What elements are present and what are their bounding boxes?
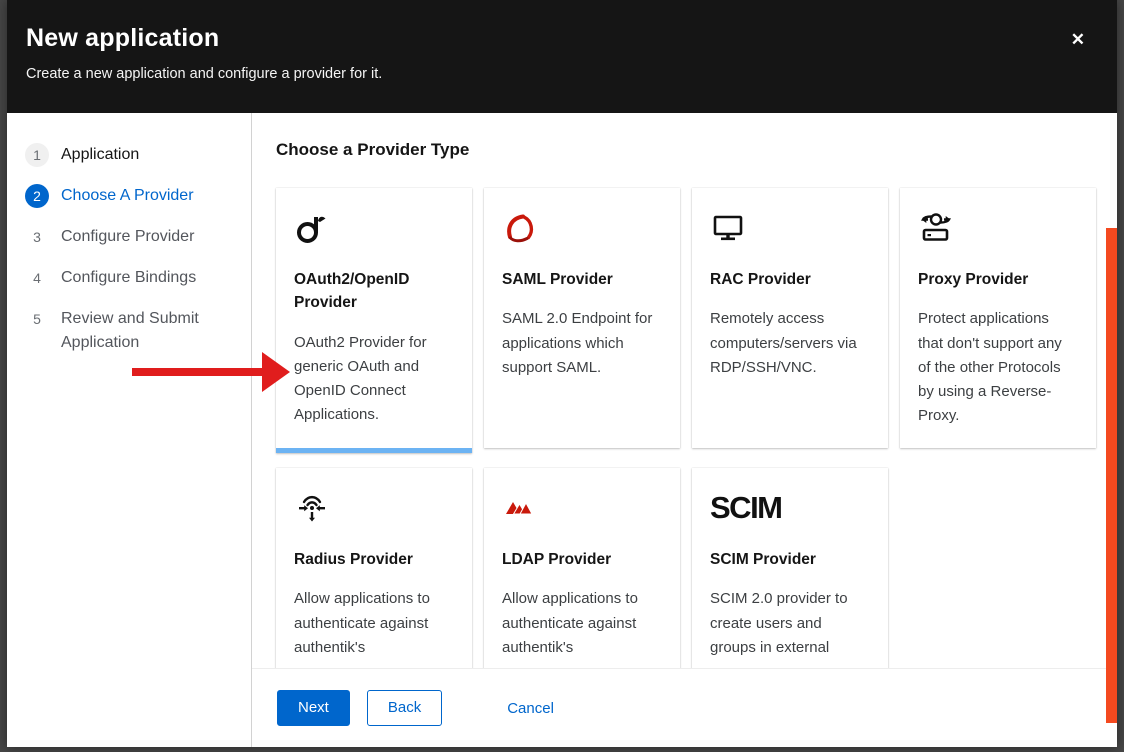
provider-card-radius[interactable]: Radius Provider Allow applications to au… xyxy=(276,468,472,668)
card-title: SCIM Provider xyxy=(710,548,870,571)
card-description: SCIM 2.0 provider to create users and gr… xyxy=(710,587,870,660)
card-title: Proxy Provider xyxy=(918,268,1078,291)
wizard-footer: Next Back Cancel xyxy=(252,668,1117,747)
step-label: Configure Bindings xyxy=(61,266,196,290)
cancel-button[interactable]: Cancel xyxy=(503,692,558,725)
card-title: RAC Provider xyxy=(710,268,870,291)
provider-card-grid: OAuth2/OpenID Provider OAuth2 Provider f… xyxy=(276,188,1093,668)
wizard-steps-nav: 1 Application 2 Choose A Provider 3 Conf… xyxy=(7,113,252,747)
wizard-step-application[interactable]: 1 Application xyxy=(25,143,241,167)
wizard-step-choose-a-provider[interactable]: 2 Choose A Provider xyxy=(25,184,241,208)
wizard-step-configure-provider[interactable]: 3 Configure Provider xyxy=(25,225,241,249)
scim-logo-icon: SCIM xyxy=(710,490,870,526)
monitor-icon xyxy=(710,210,870,246)
step-number-badge: 4 xyxy=(25,266,49,290)
provider-card-scim[interactable]: SCIM SCIM Provider SCIM 2.0 provider to … xyxy=(692,468,888,668)
scrollbar[interactable] xyxy=(1106,228,1117,723)
step-label: Review and Submit Application xyxy=(61,307,241,355)
provider-card-proxy[interactable]: Proxy Provider Protect applications that… xyxy=(900,188,1096,448)
card-description: Allow applications to authenticate again… xyxy=(502,587,662,660)
scim-logo-text: SCIM xyxy=(710,490,782,525)
step-number-badge: 2 xyxy=(25,184,49,208)
provider-card-saml[interactable]: SAML Provider SAML 2.0 Endpoint for appl… xyxy=(484,188,680,448)
card-description: Protect applications that don't support … xyxy=(918,307,1078,428)
new-application-wizard-modal: New application Create a new application… xyxy=(7,0,1117,747)
card-description: Allow applications to authenticate again… xyxy=(294,587,454,660)
ldap-mountains-logo-icon xyxy=(502,490,662,526)
wizard-step-review-and-submit[interactable]: 5 Review and Submit Application xyxy=(25,307,241,355)
wizard-step-configure-bindings[interactable]: 4 Configure Bindings xyxy=(25,266,241,290)
proxy-exchange-icon xyxy=(918,210,1078,246)
step-label: Configure Provider xyxy=(61,225,194,249)
step-label: Application xyxy=(61,143,139,167)
wizard-main-panel: Choose a Provider Type OAuth2/OpenID Pro… xyxy=(252,113,1117,747)
openid-logo-icon xyxy=(294,210,454,246)
card-description: OAuth2 Provider for generic OAuth and Op… xyxy=(294,331,454,428)
card-description: Remotely access computers/servers via RD… xyxy=(710,307,870,380)
next-button[interactable]: Next xyxy=(277,690,350,726)
card-title: OAuth2/OpenID Provider xyxy=(294,268,454,315)
modal-header: New application Create a new application… xyxy=(7,0,1117,113)
modal-body: 1 Application 2 Choose A Provider 3 Conf… xyxy=(7,113,1117,747)
step-number-badge: 5 xyxy=(25,307,49,331)
provider-type-scroll-area[interactable]: Choose a Provider Type OAuth2/OpenID Pro… xyxy=(252,113,1117,668)
provider-card-oauth2-openid[interactable]: OAuth2/OpenID Provider OAuth2 Provider f… xyxy=(276,188,472,453)
close-icon[interactable]: ✕ xyxy=(1067,27,1089,52)
step-number-badge: 1 xyxy=(25,143,49,167)
radius-signal-icon xyxy=(294,490,454,526)
card-title: Radius Provider xyxy=(294,548,454,571)
page-title: Choose a Provider Type xyxy=(276,140,1093,160)
step-number-badge: 3 xyxy=(25,225,49,249)
modal-subtitle: Create a new application and configure a… xyxy=(26,66,1089,82)
provider-card-rac[interactable]: RAC Provider Remotely access computers/s… xyxy=(692,188,888,448)
saml-logo-icon xyxy=(502,210,662,246)
card-title: SAML Provider xyxy=(502,268,662,291)
step-label: Choose A Provider xyxy=(61,184,194,208)
card-description: SAML 2.0 Endpoint for applications which… xyxy=(502,307,662,380)
modal-title: New application xyxy=(26,24,1089,53)
back-button[interactable]: Back xyxy=(367,690,442,726)
card-title: LDAP Provider xyxy=(502,548,662,571)
provider-card-ldap[interactable]: LDAP Provider Allow applications to auth… xyxy=(484,468,680,668)
